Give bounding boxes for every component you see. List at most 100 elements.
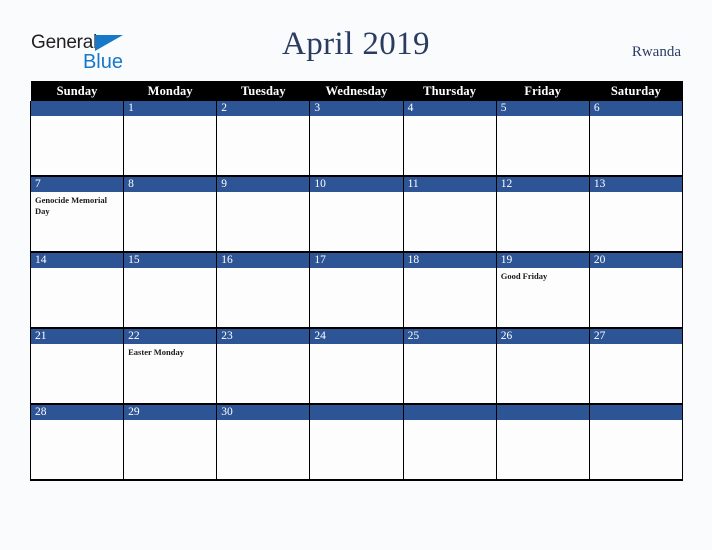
weekday-header-thursday: Thursday xyxy=(403,81,497,101)
calendar-day-cell[interactable]: 21 xyxy=(29,328,125,405)
day-number: 14 xyxy=(31,253,124,268)
calendar-day-cell[interactable]: 13 xyxy=(588,176,684,253)
calendar-day-cell[interactable]: 23 xyxy=(216,328,311,405)
calendar-week-row: 14 15 16 17 18 19 Good Friday 20 xyxy=(29,252,684,329)
day-number: 20 xyxy=(589,253,682,268)
day-events xyxy=(310,116,402,119)
day-number: 8 xyxy=(124,177,217,192)
day-number: 23 xyxy=(217,329,310,344)
calendar-day-cell[interactable]: 29 xyxy=(123,404,218,481)
day-number: 26 xyxy=(496,329,589,344)
calendar-week-row: 123456 xyxy=(29,101,684,177)
calendar-day-cell[interactable]: 26 xyxy=(495,328,590,405)
calendar-day-cell[interactable]: 3 xyxy=(309,101,404,177)
day-events xyxy=(31,116,123,119)
day-number: 27 xyxy=(589,329,682,344)
calendar-day-cell[interactable]: 27 xyxy=(588,328,684,405)
day-events xyxy=(404,268,496,271)
day-number: 10 xyxy=(310,177,403,192)
calendar-day-cell[interactable]: 18 xyxy=(402,252,497,329)
day-events xyxy=(310,268,402,271)
day-number: 30 xyxy=(217,405,310,420)
day-number: 25 xyxy=(403,329,496,344)
calendar-empty-cell xyxy=(588,404,684,481)
calendar-day-cell[interactable]: 12 xyxy=(495,176,590,253)
day-events: Good Friday xyxy=(497,268,589,282)
calendar-day-cell[interactable]: 7 Genocide Memorial Day xyxy=(29,176,125,253)
weekday-header-sunday: Sunday xyxy=(30,81,124,101)
country-label: Rwanda xyxy=(631,44,681,60)
day-number: 3 xyxy=(310,101,403,116)
day-events xyxy=(124,192,216,195)
day-number: 5 xyxy=(496,101,589,116)
calendar-day-cell[interactable]: 25 xyxy=(402,328,497,405)
calendar-day-cell[interactable]: 28 xyxy=(29,404,125,481)
day-number: 11 xyxy=(403,177,496,192)
calendar-day-cell[interactable]: 14 xyxy=(29,252,125,329)
calendar-day-cell[interactable]: 9 xyxy=(216,176,311,253)
day-number: 18 xyxy=(403,253,496,268)
day-events xyxy=(497,116,589,119)
weekday-header-friday: Friday xyxy=(496,81,590,101)
calendar-header-row-group: Sunday Monday Tuesday Wednesday Thursday… xyxy=(30,81,683,101)
calendar-day-cell[interactable]: 6 xyxy=(588,101,684,177)
calendar-empty-cell xyxy=(309,404,404,481)
day-events xyxy=(217,268,309,271)
day-events xyxy=(31,344,123,347)
calendar-day-cell[interactable]: 20 xyxy=(588,252,684,329)
day-events xyxy=(217,116,309,119)
calendar-day-cell[interactable]: 11 xyxy=(402,176,497,253)
day-events xyxy=(124,116,216,119)
day-events xyxy=(590,268,682,271)
calendar-day-cell[interactable]: 10 xyxy=(309,176,404,253)
calendar-day-cell[interactable]: 2 xyxy=(216,101,311,177)
day-events xyxy=(497,192,589,195)
day-events xyxy=(217,420,309,423)
day-events xyxy=(310,192,402,195)
month-calendar-grid: Sunday Monday Tuesday Wednesday Thursday… xyxy=(29,81,684,481)
weekday-header-tuesday: Tuesday xyxy=(216,81,310,101)
day-number: 12 xyxy=(496,177,589,192)
weekday-header-row: Sunday Monday Tuesday Wednesday Thursday… xyxy=(30,81,683,101)
day-number: 22 xyxy=(124,329,217,344)
day-events xyxy=(310,420,402,423)
day-number: 7 xyxy=(31,177,124,192)
calendar-week-row: 28 29 30 xyxy=(29,404,684,481)
calendar-day-cell[interactable]: 24 xyxy=(309,328,404,405)
calendar-empty-cell xyxy=(402,404,497,481)
holiday-label: Easter Monday xyxy=(128,347,184,357)
day-events xyxy=(404,420,496,423)
day-number xyxy=(31,101,124,116)
day-events xyxy=(590,344,682,347)
calendar-day-cell[interactable]: 17 xyxy=(309,252,404,329)
day-number: 9 xyxy=(217,177,310,192)
calendar-week-row: 21 22 Easter Monday 23 24 25 26 27 xyxy=(29,328,684,405)
calendar-day-cell[interactable]: 19 Good Friday xyxy=(495,252,590,329)
day-number: 4 xyxy=(403,101,496,116)
calendar-day-cell[interactable]: 15 xyxy=(123,252,218,329)
day-number: 19 xyxy=(496,253,589,268)
day-number: 17 xyxy=(310,253,403,268)
calendar-empty-cell xyxy=(495,404,590,481)
calendar-day-cell[interactable]: 4 xyxy=(402,101,497,177)
day-events xyxy=(310,344,402,347)
calendar-body: 1 2 3 4 5 6 7 Genocide Memorial Day 8 9 10 11 12 13 14… xyxy=(29,101,684,481)
calendar-empty-cell xyxy=(29,101,125,177)
day-events xyxy=(404,116,496,119)
calendar-day-cell[interactable]: 22 Easter Monday xyxy=(123,328,218,405)
day-number xyxy=(589,405,682,420)
day-number: 28 xyxy=(31,405,124,420)
calendar-day-cell[interactable]: 5 xyxy=(495,101,590,177)
day-number: 29 xyxy=(124,405,217,420)
day-events xyxy=(590,420,682,423)
day-events xyxy=(124,420,216,423)
calendar-week-row: 7 Genocide Memorial Day 8 9 10 11 12 13 xyxy=(29,176,684,253)
calendar-day-cell[interactable]: 1 xyxy=(123,101,218,177)
calendar-day-cell[interactable]: 30 xyxy=(216,404,311,481)
day-number xyxy=(403,405,496,420)
holiday-label: Genocide Memorial Day xyxy=(35,195,107,216)
day-events xyxy=(404,344,496,347)
calendar-day-cell[interactable]: 16 xyxy=(216,252,311,329)
day-events xyxy=(31,268,123,271)
calendar-day-cell[interactable]: 8 xyxy=(123,176,218,253)
